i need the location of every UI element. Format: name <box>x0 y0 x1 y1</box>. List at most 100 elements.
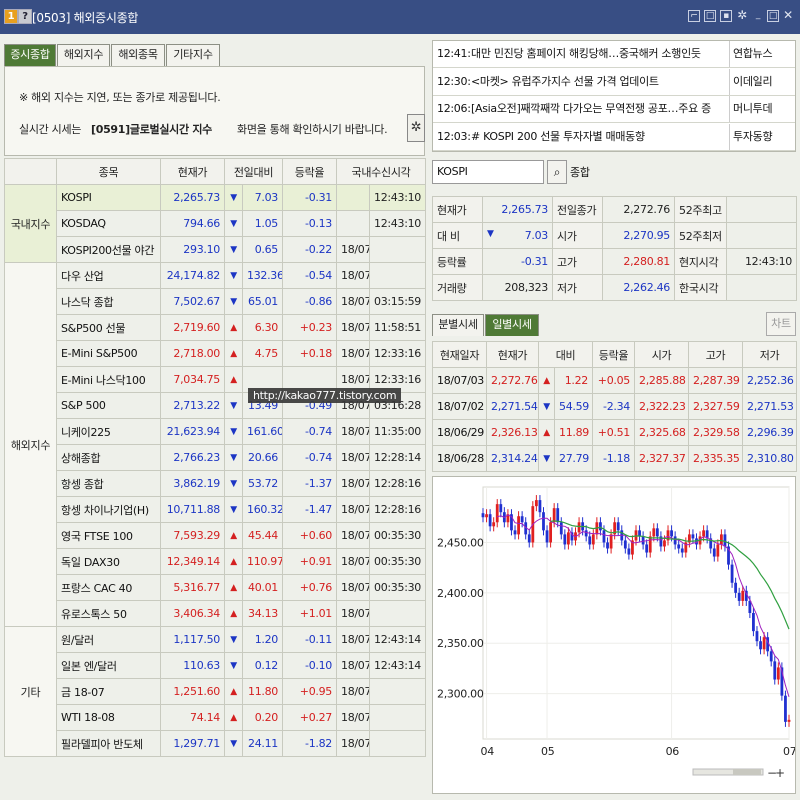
tab-market-overview[interactable]: 증시종합 <box>4 44 56 66</box>
table-row[interactable]: 필라델피아 반도체1,297.71▼24.11-1.8218/07/03 <box>5 730 427 757</box>
row-price: 5,316.77 <box>160 574 225 601</box>
gear-icon[interactable]: ✲ <box>407 114 425 142</box>
window-number-badge[interactable]: 1 <box>4 9 18 24</box>
daily-header-low[interactable]: 저가 <box>742 341 798 368</box>
row-name[interactable]: S&P 500 <box>56 392 161 419</box>
search-icon[interactable]: ⌕ <box>547 160 567 184</box>
minimize-icon[interactable]: _ <box>752 10 764 22</box>
row-name[interactable]: 원/달러 <box>56 626 161 653</box>
news-item[interactable]: 12:30: <마켓> 유럽주가지수 선물 가격 업데이트 이데일리 <box>433 68 795 96</box>
row-name[interactable]: 일본 엔/달러 <box>56 652 161 679</box>
arrow-down-icon: ▼ <box>538 445 555 472</box>
header-time[interactable]: 국내수신시각 <box>335 158 427 185</box>
row-name[interactable]: 필라델피아 반도체 <box>56 730 161 757</box>
table-row[interactable]: 프랑스 CAC 405,316.77▲40.01+0.7618/07/0400:… <box>5 574 427 601</box>
header-rate[interactable]: 등락율 <box>282 158 337 185</box>
table-row[interactable]: 금 18-071,251.60▲11.80+0.9518/07/03 <box>5 678 427 705</box>
table-row[interactable]: 항셍 차이나기업(H)10,711.88▼160.32-1.4718/07/04… <box>5 496 427 523</box>
row-name[interactable]: 상해종합 <box>56 444 161 471</box>
table-row[interactable]: 나스닥 종합7,502.67▼65.01-0.8618/07/0403:15:5… <box>5 288 427 315</box>
table-row[interactable]: 영국 FTSE 1007,593.29▲45.44+0.6018/07/0400… <box>5 522 427 549</box>
candle-body <box>542 512 545 531</box>
symbol-search-input[interactable]: KOSPI <box>432 160 544 184</box>
header-name[interactable]: 종목 <box>56 158 161 185</box>
candle-body <box>655 528 659 537</box>
news-item[interactable]: 12:41: 대만 민진당 홈페이지 해킹당해…중국해커 소행인듯 연합뉴스 <box>433 41 795 68</box>
table-row[interactable]: 유로스톡스 503,406.34▲34.13+1.0118/07/03 <box>5 600 427 627</box>
candle-body <box>488 514 492 527</box>
chart-button[interactable]: 차트 <box>766 312 796 336</box>
table-row[interactable]: WTI 18-0874.14▲0.20+0.2718/07/03 <box>5 704 427 731</box>
row-name[interactable]: 니케이225 <box>56 418 161 445</box>
news-title[interactable]: 대만 민진당 홈페이지 해킹당해…중국해커 소행인듯 <box>471 41 723 67</box>
save-icon[interactable]: ▪ <box>720 10 732 22</box>
daily-row[interactable]: 18/06/28 2,314.24 ▼ 27.79 -1.18 2,327.37 2,335… <box>432 445 798 472</box>
row-name[interactable]: 항셍 차이나기업(H) <box>56 496 161 523</box>
row-name[interactable]: WTI 18-08 <box>56 704 161 731</box>
news-item[interactable]: 12:03: # KOSPI 200 선물 투자자별 매매동향 투자동향 <box>433 123 795 151</box>
help-icon[interactable]: ? <box>18 9 32 24</box>
zoom-in-icon[interactable]: + <box>775 766 785 780</box>
notice-line-2-code[interactable]: [0591]글로벌실시간 지수 <box>91 121 212 137</box>
daily-row[interactable]: 18/07/03 2,272.76 ▲ 1.22 +0.05 2,285.88 2,287.… <box>432 367 798 394</box>
table-row[interactable]: 국내지수 KOSPI 2,265.73 ▼ 7.03 -0.31 12:43:10 <box>4 184 427 263</box>
daily-header-high[interactable]: 고가 <box>688 341 744 368</box>
row-name[interactable]: 나스닥 종합 <box>56 288 161 315</box>
table-row[interactable]: S&P500 선물2,719.60▲6.30+0.2318/07/0411:58… <box>5 314 427 341</box>
quote-value-text: 208,323 <box>504 281 549 294</box>
row-change: 160.32 <box>242 496 283 523</box>
row-name[interactable]: E-Mini S&P500 <box>56 340 161 367</box>
quote-label: 52주최저 <box>674 222 727 249</box>
news-title[interactable]: # KOSPI 200 선물 투자자별 매매동향 <box>471 124 723 150</box>
table-row[interactable]: 상해종합2,766.23▼20.66-0.7418/07/0412:28:14 <box>5 444 427 471</box>
scroll-thumb[interactable] <box>733 769 761 775</box>
news-title[interactable]: [Asia오전]째깍째깍 다가오는 무역전쟁 공포…주요 증 <box>471 96 723 122</box>
table-row[interactable]: 니케이22521,623.94▼161.60-0.7418/07/0411:35… <box>5 418 427 445</box>
candle-body <box>730 564 734 583</box>
row-name[interactable]: 유로스톡스 50 <box>56 600 161 627</box>
row-name[interactable]: KOSPI <box>56 184 161 211</box>
daily-header-change[interactable]: 대비 <box>537 341 594 368</box>
header-change[interactable]: 전일대비 <box>224 158 283 185</box>
group-label: 국내지수 <box>4 184 57 263</box>
row-name[interactable]: 프랑스 CAC 40 <box>56 574 161 601</box>
table-row[interactable]: KOSPI200선물 야간293.10▼0.65-0.2218/07/03 <box>5 236 427 263</box>
row-name[interactable]: 항셍 종합 <box>56 470 161 497</box>
tab-minute-quotes[interactable]: 분별시세 <box>432 314 484 336</box>
daily-header-rate[interactable]: 등락율 <box>592 341 636 368</box>
row-name[interactable]: S&P500 선물 <box>56 314 161 341</box>
pin-icon[interactable]: ⌐ <box>688 10 700 22</box>
tab-other-index[interactable]: 기타지수 <box>166 44 220 66</box>
tab-overseas-index[interactable]: 해외지수 <box>57 44 110 66</box>
daily-row[interactable]: 18/06/29 2,326.13 ▲ 11.89 +0.51 2,325.68 2,329… <box>432 419 798 446</box>
row-change: 6.30 <box>242 314 283 341</box>
row-name[interactable]: 영국 FTSE 100 <box>56 522 161 549</box>
row-name[interactable]: E-Mini 나스닥100 <box>56 366 161 393</box>
row-name[interactable]: KOSDAQ <box>56 210 161 237</box>
news-title[interactable]: <마켓> 유럽주가지수 선물 가격 업데이트 <box>471 69 723 95</box>
close-icon[interactable]: ✕ <box>782 9 794 22</box>
row-name[interactable]: KOSPI200선물 야간 <box>56 236 161 263</box>
settings-icon[interactable]: ✲ <box>736 9 748 22</box>
tab-daily-quotes[interactable]: 일별시세 <box>485 314 539 336</box>
table-row[interactable]: 기타원/달러1,117.50▼1.20-0.1118/07/0412:43:14 <box>4 626 427 757</box>
table-row[interactable]: 독일 DAX3012,349.14▲110.97+0.9118/07/0400:… <box>5 548 427 575</box>
daily-header-price[interactable]: 현재가 <box>486 341 539 368</box>
news-item[interactable]: 12:06: [Asia오전]째깍째깍 다가오는 무역전쟁 공포…주요 증 머니투데 <box>433 96 795 123</box>
daily-header-open[interactable]: 시가 <box>634 341 690 368</box>
row-name[interactable]: 금 18-07 <box>56 678 161 705</box>
table-row[interactable]: 항셍 종합3,862.19▼53.72-1.3718/07/0412:28:16 <box>5 470 427 497</box>
table-row[interactable]: KOSDAQ 794.66 ▼ 1.05 -0.13 12:43:10 <box>5 210 427 237</box>
copy-icon[interactable]: □ <box>704 10 716 22</box>
row-name[interactable]: 다우 산업 <box>56 262 161 289</box>
table-row[interactable]: 일본 엔/달러110.63▼0.12-0.1018/07/0412:43:14 <box>5 652 427 679</box>
table-row[interactable]: E-Mini S&P5002,718.00▲4.75+0.1818/07/041… <box>5 340 427 367</box>
header-price[interactable]: 현재가 <box>160 158 225 185</box>
daily-header-date[interactable]: 현재일자 <box>432 341 487 368</box>
daily-row[interactable]: 18/07/02 2,271.54 ▼ 54.59 -2.34 2,322.23 2,327… <box>432 393 798 420</box>
row-name[interactable]: 독일 DAX30 <box>56 548 161 575</box>
tab-overseas-stock[interactable]: 해외종목 <box>111 44 165 66</box>
maximize-icon[interactable]: □ <box>767 10 779 22</box>
table-row[interactable]: 해외지수다우 산업24,174.82▼132.36-0.5418/07/03 <box>4 262 427 627</box>
candle-body <box>623 540 627 549</box>
